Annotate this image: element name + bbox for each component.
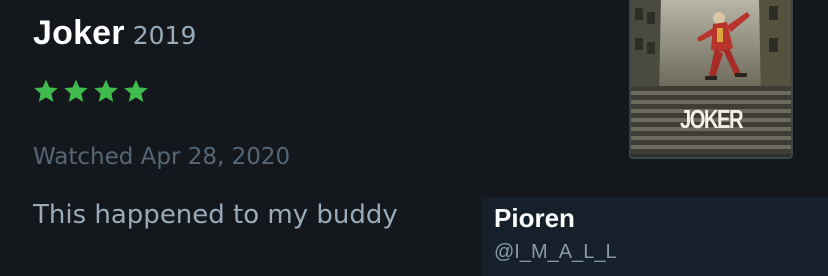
star-icon — [64, 79, 88, 102]
review-body-text: This happened to my buddy — [33, 200, 398, 230]
film-heading: Joker 2019 — [33, 14, 196, 53]
star-icon — [124, 79, 148, 102]
film-year-link[interactable]: 2019 — [133, 21, 197, 50]
diary-review-entry: Joker 2019 Watched Apr 28, 2020 This happ… — [0, 0, 828, 276]
film-poster[interactable]: JOKER — [629, 0, 793, 159]
star-icon — [94, 79, 118, 102]
poster-title: JOKER — [679, 104, 744, 134]
user-display-name[interactable]: Pioren — [494, 203, 575, 234]
film-title-link[interactable]: Joker — [33, 14, 125, 52]
watched-date: Watched Apr 28, 2020 — [33, 144, 291, 170]
star-rating — [33, 78, 149, 104]
user-handle[interactable]: @I_M_A_L_L — [494, 241, 617, 264]
star-icon — [34, 79, 58, 102]
tweet-author-card[interactable]: Pioren @I_M_A_L_L — [481, 197, 828, 276]
